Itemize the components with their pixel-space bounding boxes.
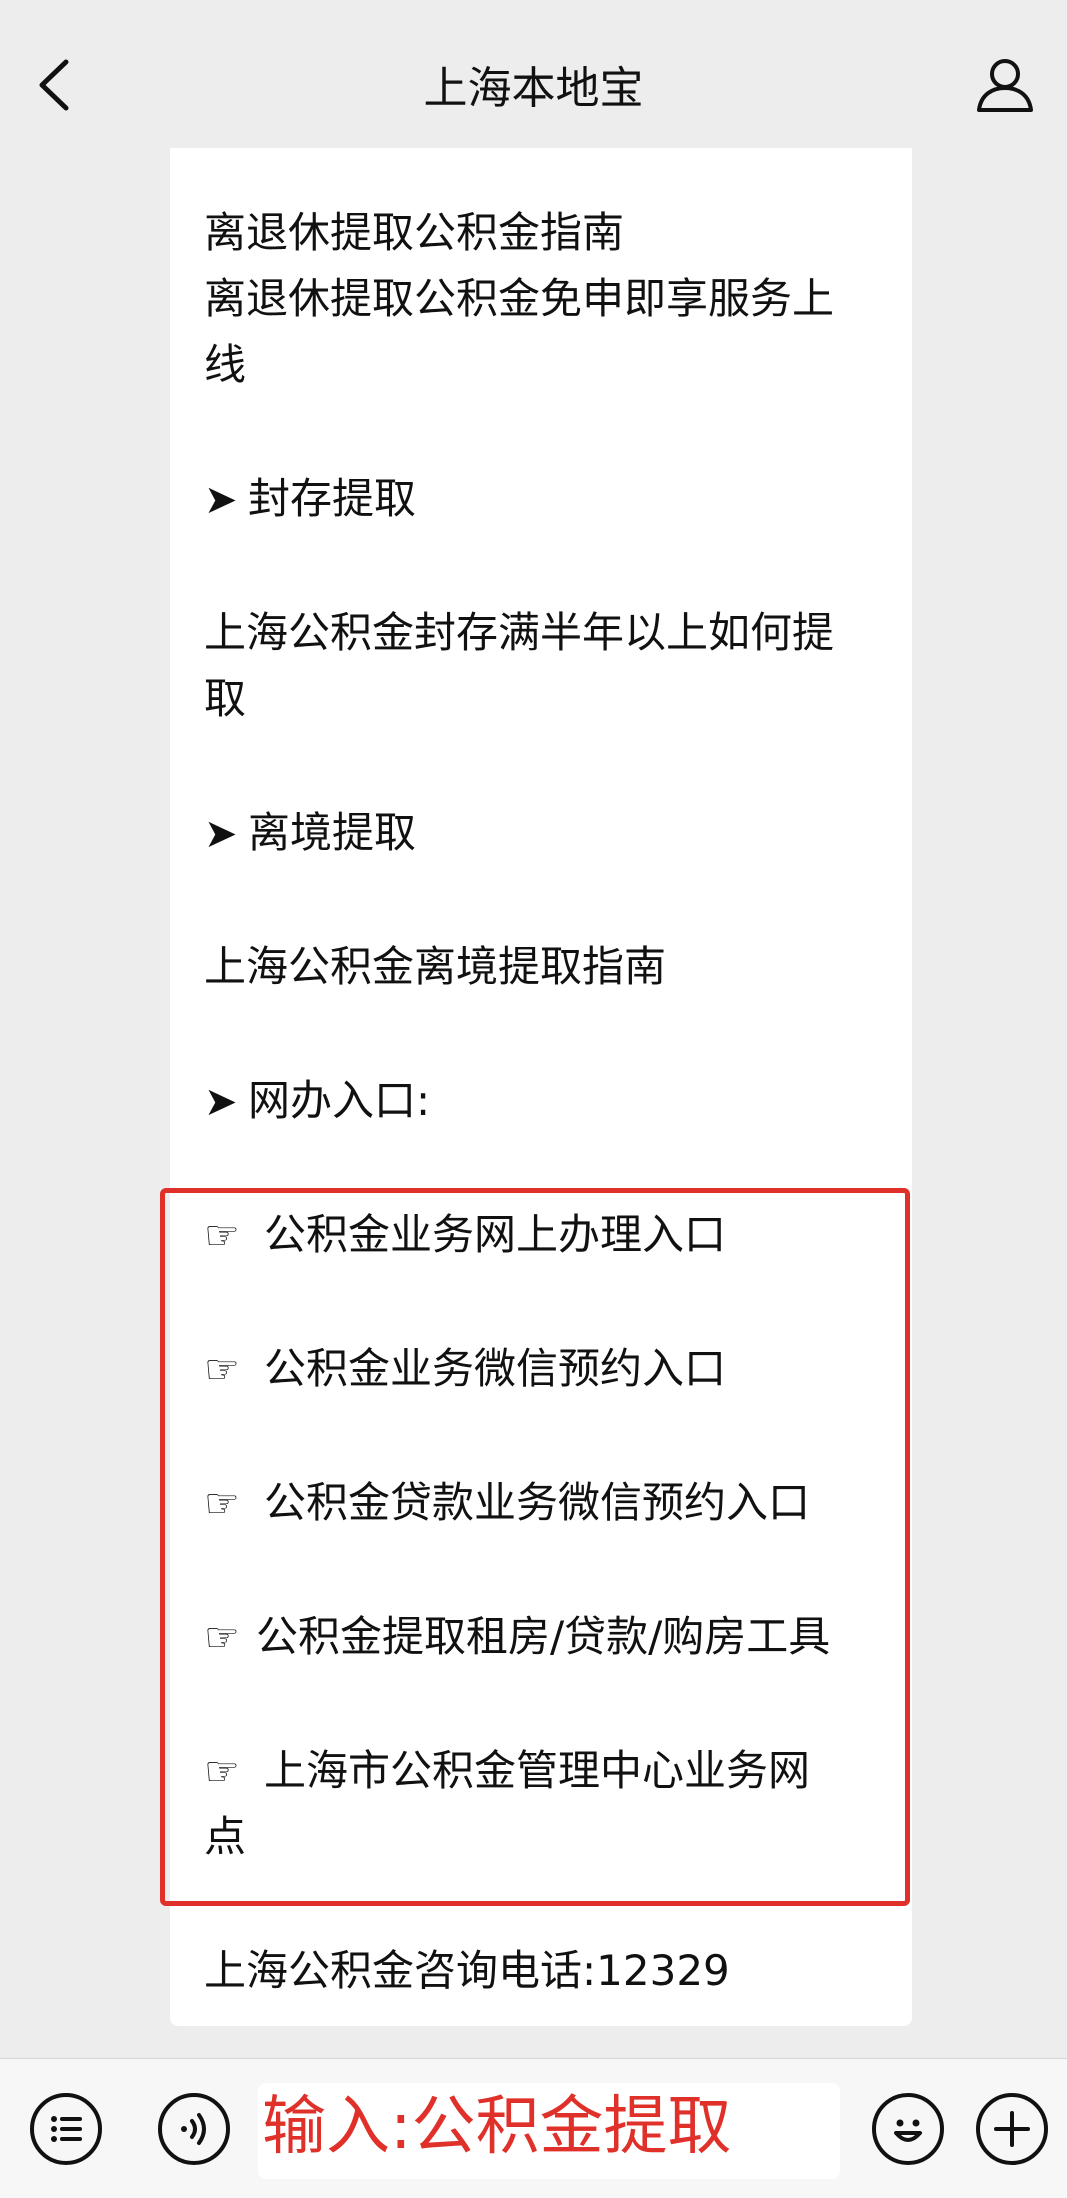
section-heading-sealed: ➤ 封存提取 [204, 466, 416, 533]
link-retirement-auto-service-cont[interactable]: 线 [204, 332, 246, 398]
section-heading-online: ➤ 网办入口: [204, 1068, 430, 1135]
link-sealed-withdrawal[interactable]: 上海公积金封存满半年以上如何提 [204, 600, 834, 666]
page-title: 上海本地宝 [423, 63, 644, 114]
top-nav-bar: 上海本地宝 [0, 0, 1067, 148]
highlight-box [160, 1188, 910, 1906]
hotline-text: 上海公积金咨询电话:12329 [204, 1946, 730, 1995]
link-retirement-guide[interactable]: 离退休提取公积金指南 [204, 200, 624, 266]
arrow-icon: ➤ [204, 477, 238, 523]
section-heading-label: 封存提取 [248, 474, 417, 523]
arrow-icon: ➤ [204, 1079, 238, 1125]
voice-icon[interactable] [158, 2093, 230, 2165]
link-departure-guide[interactable]: 上海公积金离境提取指南 [204, 934, 666, 1000]
section-heading-departure: ➤ 离境提取 [204, 800, 416, 867]
link-sealed-withdrawal-cont[interactable]: 取 [204, 666, 246, 732]
section-heading-label: 网办入口: [248, 1076, 431, 1125]
link-retirement-auto-service[interactable]: 离退休提取公积金免申即享服务上 [204, 266, 834, 332]
emoji-icon[interactable] [872, 2093, 944, 2165]
arrow-icon: ➤ [204, 811, 238, 857]
profile-icon[interactable] [973, 52, 1037, 116]
plus-icon[interactable] [976, 2093, 1048, 2165]
input-overlay-text: 输入:公积金提取 [262, 2090, 732, 2164]
section-heading-label: 离境提取 [248, 808, 417, 857]
bottom-input-bar: 输入:公积金提取 [0, 2058, 1067, 2198]
menu-list-icon[interactable] [30, 2093, 102, 2165]
